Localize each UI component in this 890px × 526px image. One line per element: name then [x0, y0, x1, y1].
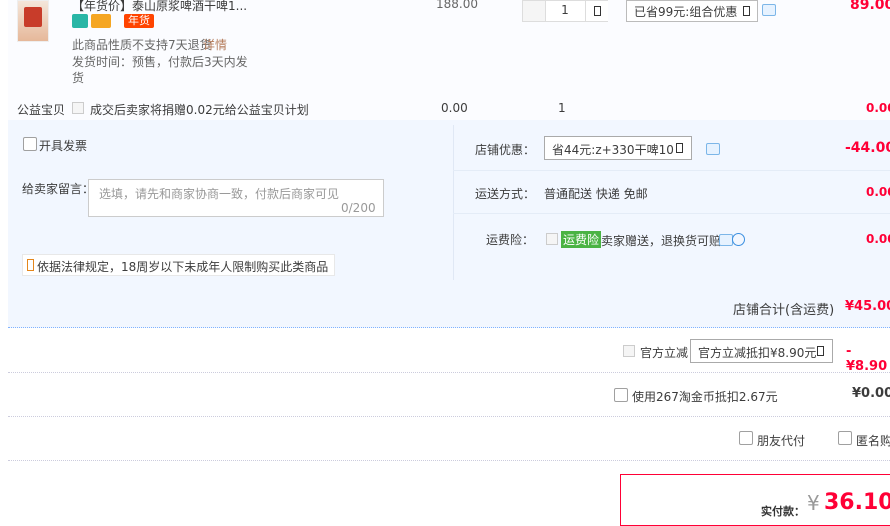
dropdown-icon [817, 346, 824, 356]
charity-price: 0.00 [441, 101, 468, 115]
increase-button[interactable] [585, 1, 608, 21]
divider [8, 460, 890, 461]
plus-icon [594, 6, 601, 16]
official-discount-label: 官方立减 [640, 346, 689, 360]
chat-icon[interactable] [762, 4, 776, 16]
warning-icon [27, 259, 34, 271]
official-discount-amount: -¥8.90 [846, 344, 888, 374]
payment-amount: 36.10 [824, 490, 890, 515]
shop-summary-panel [8, 120, 890, 328]
quantity-stepper: 1 [522, 0, 608, 22]
charity-subtotal: 0.00 [866, 101, 890, 115]
service-icon [72, 14, 88, 28]
detail-link[interactable]: 详情 [203, 36, 227, 53]
legal-notice-text: 依据法律规定，18周岁以下未成年人限制购买此类商品 [37, 260, 329, 274]
unit-price: 188.00 [436, 0, 478, 11]
dropdown-icon [676, 143, 683, 153]
coins-label: 使用267淘金币抵扣2.67元 [632, 390, 778, 404]
shipping-value: 普通配送 快递 免邮 [544, 187, 648, 201]
ship-time-line2: 货 [72, 71, 85, 85]
charity-qty: 1 [558, 101, 566, 115]
charity-checkbox[interactable] [72, 102, 84, 114]
charity-label: 公益宝贝 [17, 103, 66, 117]
invoice-label: 开具发票 [39, 139, 88, 153]
help-icon[interactable] [732, 233, 745, 246]
decrease-button[interactable] [523, 1, 546, 21]
official-discount-select[interactable]: 官方立减抵扣¥8.90元 [690, 339, 833, 363]
shop-discount-amount: -44.00 [845, 140, 890, 156]
ship-time-line1: 发货时间：预售，付款后3天内发 [72, 55, 248, 69]
shop-total-label: 店铺合计(含运费) [733, 303, 835, 318]
anonymous-label: 匿名购买 [856, 434, 890, 448]
item-subtotal: 89.00 [850, 0, 890, 13]
message-counter: 0/200 [341, 201, 376, 215]
shop-discount-select[interactable]: 省44元:z+330干啤10 [544, 136, 692, 160]
seller-message-input[interactable]: 选填，请先和商家协商一致，付款后商家可见 0/200 [88, 179, 384, 217]
anonymous-checkbox[interactable] [838, 431, 852, 445]
insurance-label: 运费险： [486, 233, 535, 247]
panel-divider [453, 125, 454, 280]
legal-notice: 依据法律规定，18周岁以下未成年人限制购买此类商品 [22, 254, 336, 276]
payment-summary: 实付款： ¥ 36.10 [620, 474, 890, 526]
insurance-text: 卖家赠送，退换货可赔 [601, 234, 722, 248]
coins-amount: ¥0.00 [852, 386, 890, 401]
product-thumbnail[interactable] [17, 0, 49, 42]
message-placeholder: 选填，请先和商家协商一致，付款后商家可见 [99, 187, 340, 201]
shipping-amount: 0.00 [866, 185, 890, 199]
quantity-input[interactable]: 1 [553, 3, 577, 17]
new-year-badge: 年货 [124, 14, 154, 28]
promo-select-value: 已省99元:组合优惠 [634, 5, 738, 19]
shop-discount-label: 店铺优惠： [475, 143, 536, 157]
card-icon [91, 14, 111, 28]
divider [8, 372, 890, 373]
insurance-tag: 运费险 [561, 231, 602, 248]
friend-pay-label: 朋友代付 [757, 434, 806, 448]
payment-label: 实付款： [761, 505, 805, 518]
no-return-notice: 此商品性质不支持7天退货 [72, 38, 212, 52]
chat-icon[interactable] [706, 143, 720, 155]
coins-checkbox[interactable] [614, 388, 628, 402]
dropdown-icon [743, 6, 750, 16]
promo-select[interactable]: 已省99元:组合优惠 [626, 0, 758, 22]
insurance-checkbox[interactable] [546, 233, 558, 245]
official-discount-value: 官方立减抵扣¥8.90元 [698, 346, 817, 360]
official-discount-checkbox[interactable] [623, 345, 635, 357]
shop-discount-value: 省44元:z+330干啤10 [552, 143, 674, 157]
invoice-checkbox[interactable] [23, 137, 37, 151]
shipping-label: 运送方式： [475, 187, 536, 201]
chat-icon[interactable] [719, 234, 733, 246]
product-title[interactable]: 【年货价】泰山原浆啤酒干啤1... [72, 0, 247, 14]
friend-pay-checkbox[interactable] [739, 431, 753, 445]
row-divider [453, 213, 890, 214]
currency-symbol: ¥ [807, 491, 820, 515]
insurance-amount: 0.00 [866, 232, 890, 246]
divider [8, 416, 890, 417]
message-label: 给卖家留言： [22, 182, 95, 196]
shop-total-amount: ¥45.00 [845, 299, 890, 314]
charity-text: 成交后卖家将捐赠0.02元给公益宝贝计划 [90, 103, 309, 117]
row-divider [453, 170, 890, 171]
